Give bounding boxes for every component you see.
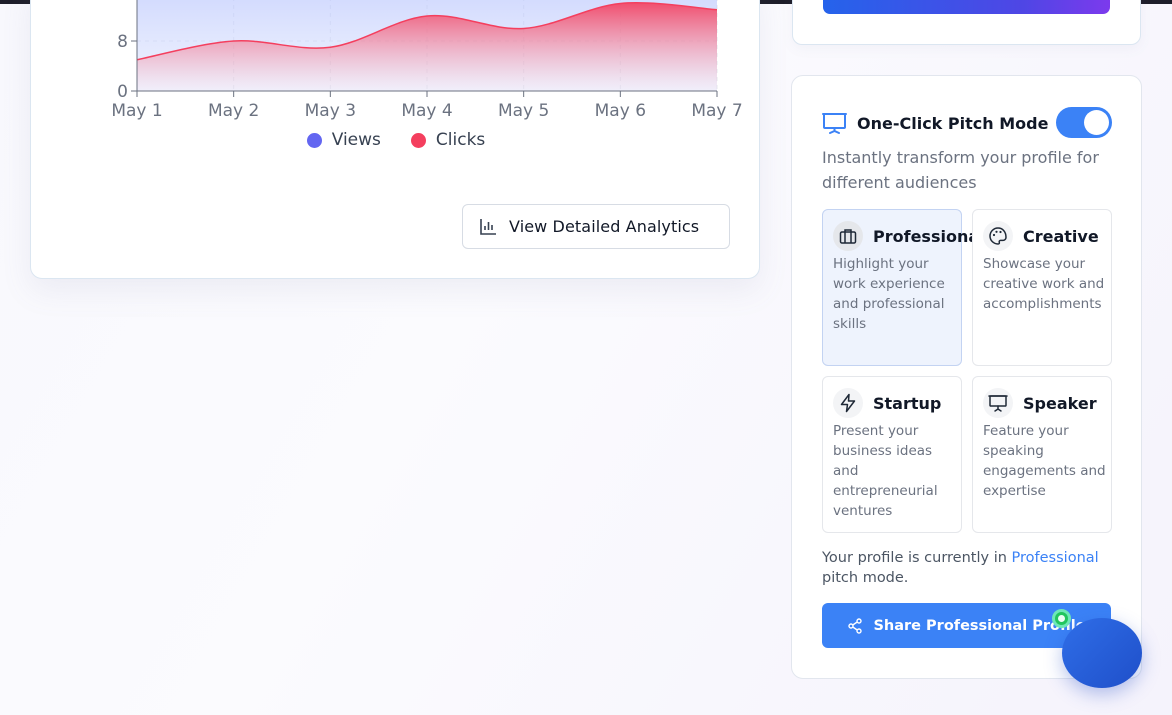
pitch-status-text: Your profile is currently in Professiona… [822,548,1122,588]
pitch-mode-header: One-Click Pitch Mode [822,107,1112,139]
online-status-dot [1052,609,1071,628]
bar-chart-icon [480,218,496,235]
x-tick-label: May 7 [691,101,742,121]
mode-card-professional[interactable]: Professional Highlight your work experie… [822,209,985,366]
mode-desc-creative: Showcase your creative work and accompli… [983,256,1105,312]
y-tick-label: 0 [117,82,128,102]
analytics-chart-card: 0 8 May 1 May 2 May 3 May 4 May 5 May 6 May 7 Vi… [30,0,760,279]
mode-card-speaker[interactable]: Speaker Feature your speaking engagement… [972,376,1112,533]
presentation-icon [822,113,847,134]
mode-card-startup[interactable]: Startup Present your business ideas and … [822,376,962,533]
legend-dot-clicks [410,132,426,148]
pitch-mode-description: Instantly transform your profile for dif… [822,148,1099,192]
presentation-icon [983,388,1013,418]
x-tick-label: May 3 [305,101,356,121]
legend-item-views[interactable]: Views [306,130,381,150]
gradient-action-button[interactable] [823,0,1110,14]
legend-label-clicks: Clicks [435,130,486,150]
x-tick-label: May 5 [498,101,549,121]
lightning-icon [833,388,863,418]
mode-title-creative: Creative [1023,226,1099,246]
briefcase-icon [833,221,863,251]
x-tick-label: May 4 [401,101,452,121]
x-tick-label: May 1 [111,101,162,121]
top-right-card [792,0,1141,45]
view-detailed-analytics-button[interactable]: View Detailed Analytics [462,204,730,249]
status-suffix: pitch mode. [822,570,909,586]
y-tick-label: 8 [117,32,128,52]
mode-header-creative: Creative [983,221,1099,251]
pitch-mode-title: One-Click Pitch Mode [857,113,1049,133]
legend-label-views: Views [331,130,381,150]
pitch-mode-toggle[interactable] [1056,107,1112,138]
x-tick-label: May 2 [208,101,259,121]
mode-header-startup: Startup [833,388,941,418]
floating-chat-button[interactable] [1062,618,1142,688]
status-prefix: Your profile is currently in [822,550,1007,566]
legend-dot-views [306,132,322,148]
mode-desc-speaker: Feature your speaking engagements and ex… [983,423,1106,499]
palette-icon [983,221,1013,251]
area-chart: 0 8 May 1 May 2 May 3 May 4 May 5 May 6 May 7 [111,0,743,121]
mode-title-startup: Startup [873,393,942,413]
pitch-mode-card: One-Click Pitch Mode Instantly transform… [791,75,1142,679]
mode-card-creative[interactable]: Creative Showcase your creative work and… [972,209,1112,366]
analytics-button-label: View Detailed Analytics [509,217,700,236]
mode-header-speaker: Speaker [983,388,1097,418]
mode-title-professional: Professional [873,226,985,246]
chart-legend: Views Clicks [31,130,761,150]
mode-title-speaker: Speaker [1023,393,1097,413]
toggle-knob [1084,110,1109,135]
status-mode-name: Professional [1011,550,1099,566]
mode-desc-startup: Present your business ideas and entrepre… [833,423,938,519]
legend-item-clicks[interactable]: Clicks [410,130,486,150]
share-icon [848,617,863,634]
mode-desc-professional: Highlight your work experience and profe… [833,256,945,332]
x-tick-label: May 6 [595,101,646,121]
mode-header-professional: Professional [833,221,985,251]
